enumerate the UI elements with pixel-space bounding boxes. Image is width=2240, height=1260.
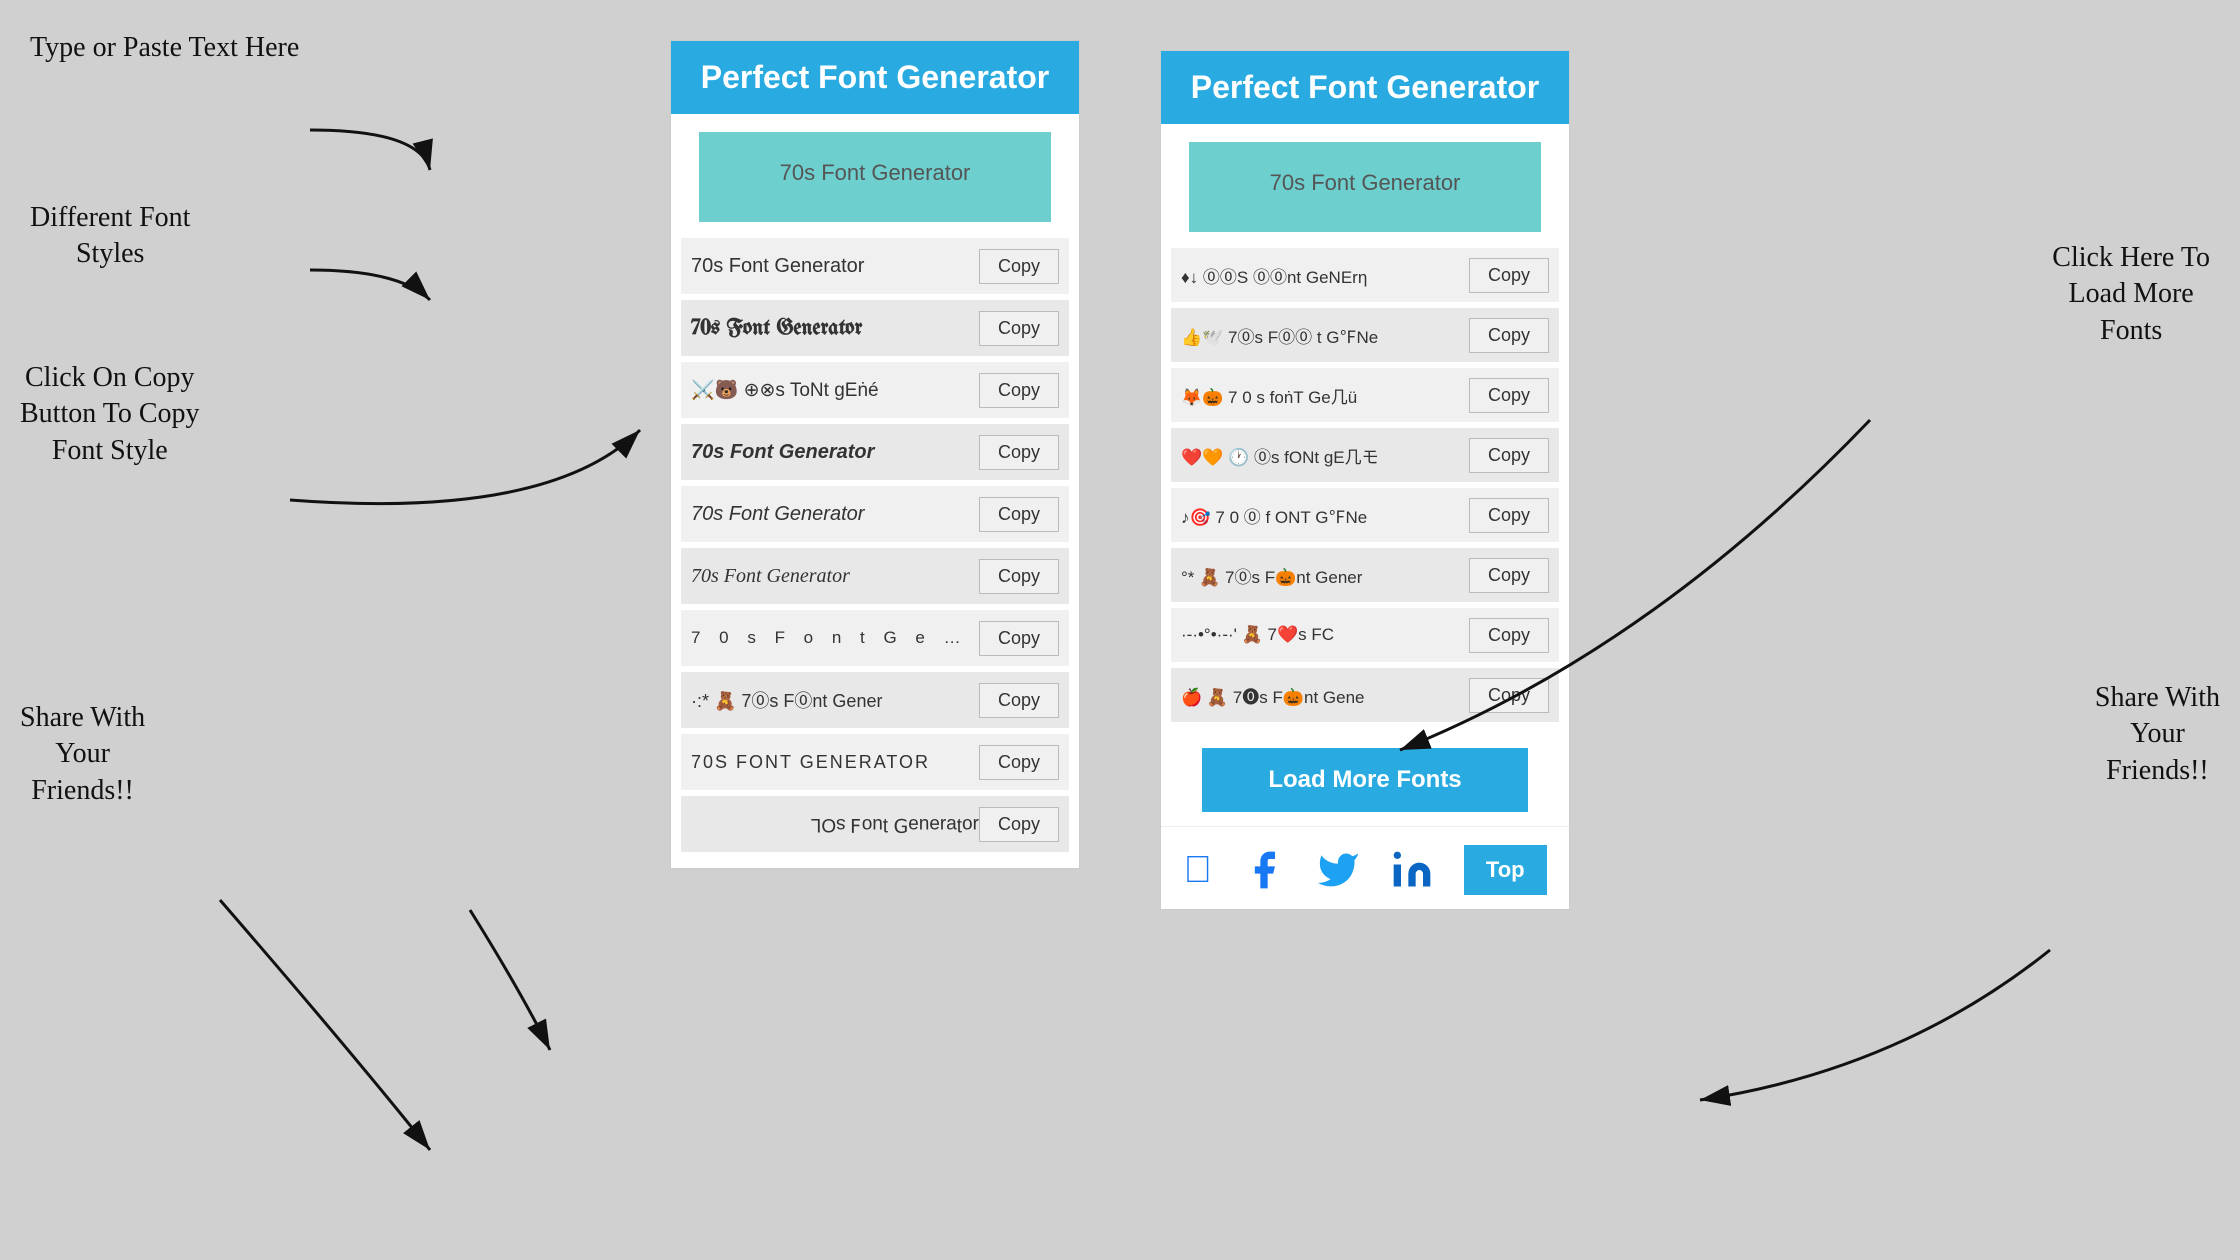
annotation-share-right: Share WithYourFriends!! [2095,680,2220,789]
left-font-list: 70s Font Generator Copy 70s Font Generat… [671,232,1079,868]
font-text: ♦↓ ⓪⓪S ⓪⓪nt GeNErη [1181,263,1469,288]
font-text: ɹoʇɐɹǝuǝ⅁ ʇuoℲ sOL [691,813,979,836]
right-panel: Perfect Font Generator 70s Font Generato… [1160,50,1570,910]
copy-button[interactable]: Copy [979,559,1059,594]
main-container: Perfect Font Generator 70s Font Generato… [0,0,2240,1260]
table-row: 70s Font Generator Copy [681,300,1069,356]
load-more-button[interactable]: Load More Fonts [1202,748,1528,812]
table-row: ·:* 🧸 7⓪s F⓪nt Gener Copy [681,672,1069,728]
right-panel-title: Perfect Font Generator [1191,69,1540,105]
font-text: 70s FONT GENERATOR [691,752,979,773]
table-row: 👍🕊️ 7⓪s F⓪⓪ t G℉Ne Copy [1171,308,1559,362]
twitter-icon-svg[interactable] [1316,848,1360,892]
copy-button[interactable]: Copy [1469,618,1549,653]
annotation-copy-btn: Click On CopyButton To CopyFont Style [20,360,200,469]
font-text: ⚔️🐻 ⊕⊗s ToNt gEṅé [691,378,979,402]
annotation-font-styles-text: Different FontStyles [30,202,190,269]
font-text: °* 🧸 7⓪s F🎃nt Gener [1181,563,1469,588]
copy-button[interactable]: Copy [979,683,1059,718]
font-text: 70s Font Generator [691,503,979,526]
font-text: 70s Font Generator [691,565,979,588]
font-text: 70s Font Generator [691,441,979,464]
copy-button[interactable]: Copy [979,373,1059,408]
copy-button[interactable]: Copy [979,745,1059,780]
copy-button[interactable]: Copy [979,435,1059,470]
font-text: ♪🎯 7 0 ⓪ f ONT G℉Ne [1181,503,1469,528]
table-row: 70s Font Generator Copy [681,424,1069,480]
annotation-font-styles: Different FontStyles [30,200,190,273]
left-panel-input[interactable]: 70s Font Generator [699,132,1051,222]
table-row: ❤️🧡 🕐 ⓪s fONt gE几モ Copy [1171,428,1559,482]
copy-button[interactable]: Copy [1469,258,1549,293]
copy-button[interactable]: Copy [1469,498,1549,533]
copy-button[interactable]: Copy [1469,318,1549,353]
font-text: 🦊🎃 7 0 s foṅT Ge几ü [1181,383,1469,408]
font-text: 🍎 🧸 7⓿s F🎃nt Gene [1181,683,1469,708]
left-input-text: 70s Font Generator [780,160,971,185]
annotation-type-paste: Type or Paste Text Here [30,30,299,66]
copy-button[interactable]: Copy [1469,438,1549,473]
font-text: ·:* 🧸 7⓪s F⓪nt Gener [691,687,979,713]
font-text: ·-·•°•·-·' 🧸 7❤️s FC [1181,625,1469,645]
table-row: 70s FONT GENERATOR Copy [681,734,1069,790]
font-text: 70s Font Generator [691,255,979,278]
table-row: ♦↓ ⓪⓪S ⓪⓪nt GeNErη Copy [1171,248,1559,302]
table-row: 🦊🎃 7 0 s foṅT Ge几ü Copy [1171,368,1559,422]
font-text: 7 0 s F o n t G e n e [691,628,979,648]
table-row: 7 0 s F o n t G e n e Copy [681,610,1069,666]
right-input-text: 70s Font Generator [1270,170,1461,195]
left-panel-title: Perfect Font Generator [701,59,1050,95]
table-row: ɹoʇɐɹǝuǝ⅁ ʇuoℲ sOL Copy [681,796,1069,852]
table-row: ·-·•°•·-·' 🧸 7❤️s FC Copy [1171,608,1559,662]
copy-button[interactable]: Copy [979,311,1059,346]
table-row: ⚔️🐻 ⊕⊗s ToNt gEṅé Copy [681,362,1069,418]
table-row: ♪🎯 7 0 ⓪ f ONT G℉Ne Copy [1171,488,1559,542]
right-panel-header: Perfect Font Generator [1161,51,1569,124]
linkedin-icon-svg[interactable] [1390,848,1434,892]
copy-button[interactable]: Copy [1469,378,1549,413]
left-panel-header: Perfect Font Generator [671,41,1079,114]
top-button[interactable]: Top [1464,845,1547,895]
copy-button[interactable]: Copy [1469,558,1549,593]
font-text: ❤️🧡 🕐 ⓪s fONt gE几モ [1181,443,1469,468]
left-panel: Perfect Font Generator 70s Font Generato… [670,40,1080,869]
facebook-icon[interactable]:  [1183,849,1212,892]
copy-button[interactable]: Copy [979,621,1059,656]
social-bar:  Top [1161,826,1569,909]
right-panel-input[interactable]: 70s Font Generator [1189,142,1541,232]
right-font-list: ♦↓ ⓪⓪S ⓪⓪nt GeNErη Copy 👍🕊️ 7⓪s F⓪⓪ t G℉… [1161,242,1569,738]
font-text: 70s Font Generator [691,317,979,340]
table-row: °* 🧸 7⓪s F🎃nt Gener Copy [1171,548,1559,602]
font-text: 👍🕊️ 7⓪s F⓪⓪ t G℉Ne [1181,323,1469,348]
table-row: 🍎 🧸 7⓿s F🎃nt Gene Copy [1171,668,1559,722]
copy-button[interactable]: Copy [979,497,1059,532]
annotation-share-left-text: Share WithYourFriends!! [20,702,145,806]
copy-button[interactable]: Copy [979,807,1059,842]
table-row: 70s Font Generator Copy [681,486,1069,542]
annotation-share-right-text: Share WithYourFriends!! [2095,682,2220,786]
annotation-type-paste-text: Type or Paste Text Here [30,32,299,63]
table-row: 70s Font Generator Copy [681,548,1069,604]
annotation-copy-text: Click On CopyButton To CopyFont Style [20,362,200,466]
facebook-icon-svg[interactable] [1242,848,1286,892]
copy-button[interactable]: Copy [1469,678,1549,713]
annotation-share-left: Share WithYourFriends!! [20,700,145,809]
copy-button[interactable]: Copy [979,249,1059,284]
annotation-click-load-text: Click Here ToLoad MoreFonts [2052,242,2210,346]
table-row: 70s Font Generator Copy [681,238,1069,294]
annotation-click-load: Click Here ToLoad MoreFonts [2052,240,2210,349]
